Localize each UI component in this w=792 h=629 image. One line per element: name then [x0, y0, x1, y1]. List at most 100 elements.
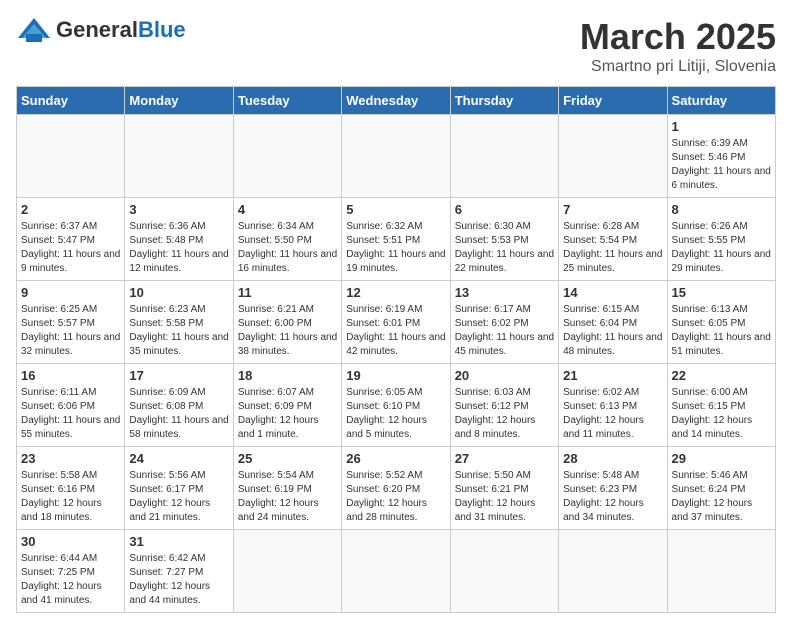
day-number: 8	[672, 202, 771, 217]
day-info: Sunrise: 6:15 AM Sunset: 6:04 PM Dayligh…	[563, 303, 662, 359]
week-row: 16 Sunrise: 6:11 AM Sunset: 6:06 PM Dayli…	[17, 364, 776, 447]
day-info: Sunrise: 6:44 AM Sunset: 7:25 PM Dayligh…	[21, 552, 120, 608]
day-cell	[233, 530, 341, 613]
header-cell-saturday: Saturday	[667, 87, 775, 115]
day-number: 1	[672, 119, 771, 134]
day-cell	[342, 115, 450, 198]
calendar-table: SundayMondayTuesdayWednesdayThursdayFrid…	[16, 86, 776, 613]
day-number: 30	[21, 534, 120, 549]
week-row: 23 Sunrise: 5:58 AM Sunset: 6:16 PM Dayli…	[17, 447, 776, 530]
day-number: 25	[238, 451, 337, 466]
day-cell: 16 Sunrise: 6:11 AM Sunset: 6:06 PM Dayli…	[17, 364, 125, 447]
day-cell: 24Sunrise: 5:56 AM Sunset: 6:17 PM Dayli…	[125, 447, 233, 530]
day-info: Sunrise: 5:58 AM Sunset: 6:16 PM Dayligh…	[21, 469, 120, 525]
logo: GeneralBlue	[16, 16, 186, 44]
day-cell: 30 Sunrise: 6:44 AM Sunset: 7:25 PM Dayli…	[17, 530, 125, 613]
day-cell: 17Sunrise: 6:09 AM Sunset: 6:08 PM Dayli…	[125, 364, 233, 447]
day-number: 27	[455, 451, 554, 466]
header-cell-monday: Monday	[125, 87, 233, 115]
day-number: 16	[21, 368, 120, 383]
day-info: Sunrise: 5:46 AM Sunset: 6:24 PM Dayligh…	[672, 469, 771, 525]
day-info: Sunrise: 5:48 AM Sunset: 6:23 PM Dayligh…	[563, 469, 662, 525]
day-cell	[450, 115, 558, 198]
day-info: Sunrise: 5:50 AM Sunset: 6:21 PM Dayligh…	[455, 469, 554, 525]
day-number: 14	[563, 285, 662, 300]
day-cell: 9 Sunrise: 6:25 AM Sunset: 5:57 PM Daylig…	[17, 281, 125, 364]
day-info: Sunrise: 6:00 AM Sunset: 6:15 PM Dayligh…	[672, 386, 771, 442]
day-number: 23	[21, 451, 120, 466]
day-info: Sunrise: 6:32 AM Sunset: 5:51 PM Dayligh…	[346, 220, 445, 276]
day-cell: 19Sunrise: 6:05 AM Sunset: 6:10 PM Dayli…	[342, 364, 450, 447]
day-cell: 18 Sunrise: 6:07 AM Sunset: 6:09 PM Dayli…	[233, 364, 341, 447]
day-cell: 27 Sunrise: 5:50 AM Sunset: 6:21 PM Dayli…	[450, 447, 558, 530]
day-number: 15	[672, 285, 771, 300]
day-info: Sunrise: 6:02 AM Sunset: 6:13 PM Dayligh…	[563, 386, 662, 442]
day-cell	[559, 115, 667, 198]
day-cell: 28 Sunrise: 5:48 AM Sunset: 6:23 PM Dayli…	[559, 447, 667, 530]
location-title: Smartno pri Litiji, Slovenia	[580, 58, 776, 76]
day-number: 7	[563, 202, 662, 217]
day-info: Sunrise: 6:07 AM Sunset: 6:09 PM Dayligh…	[238, 386, 337, 442]
day-number: 18	[238, 368, 337, 383]
day-cell: 15Sunrise: 6:13 AM Sunset: 6:05 PM Dayli…	[667, 281, 775, 364]
day-number: 9	[21, 285, 120, 300]
day-info: Sunrise: 6:17 AM Sunset: 6:02 PM Dayligh…	[455, 303, 554, 359]
day-cell: 26Sunrise: 5:52 AM Sunset: 6:20 PM Dayli…	[342, 447, 450, 530]
day-info: Sunrise: 6:37 AM Sunset: 5:47 PM Dayligh…	[21, 220, 120, 276]
day-info: Sunrise: 6:11 AM Sunset: 6:06 PM Dayligh…	[21, 386, 120, 442]
day-info: Sunrise: 6:42 AM Sunset: 7:27 PM Dayligh…	[129, 552, 228, 608]
day-number: 5	[346, 202, 445, 217]
day-number: 3	[129, 202, 228, 217]
day-cell: 3 Sunrise: 6:36 AM Sunset: 5:48 PM Daylig…	[125, 198, 233, 281]
day-cell: 22 Sunrise: 6:00 AM Sunset: 6:15 PM Dayli…	[667, 364, 775, 447]
header-cell-tuesday: Tuesday	[233, 87, 341, 115]
day-number: 29	[672, 451, 771, 466]
day-cell: 31Sunrise: 6:42 AM Sunset: 7:27 PM Dayli…	[125, 530, 233, 613]
day-info: Sunrise: 6:25 AM Sunset: 5:57 PM Dayligh…	[21, 303, 120, 359]
day-cell	[667, 530, 775, 613]
day-cell	[233, 115, 341, 198]
day-info: Sunrise: 6:03 AM Sunset: 6:12 PM Dayligh…	[455, 386, 554, 442]
week-row: 9 Sunrise: 6:25 AM Sunset: 5:57 PM Daylig…	[17, 281, 776, 364]
day-number: 4	[238, 202, 337, 217]
week-row: 30 Sunrise: 6:44 AM Sunset: 7:25 PM Dayli…	[17, 530, 776, 613]
day-info: Sunrise: 6:34 AM Sunset: 5:50 PM Dayligh…	[238, 220, 337, 276]
day-number: 2	[21, 202, 120, 217]
day-info: Sunrise: 6:26 AM Sunset: 5:55 PM Dayligh…	[672, 220, 771, 276]
day-number: 22	[672, 368, 771, 383]
day-cell: 2 Sunrise: 6:37 AM Sunset: 5:47 PM Daylig…	[17, 198, 125, 281]
month-title: March 2025	[580, 16, 776, 58]
day-info: Sunrise: 5:52 AM Sunset: 6:20 PM Dayligh…	[346, 469, 445, 525]
day-cell: 12 Sunrise: 6:19 AM Sunset: 6:01 PM Dayli…	[342, 281, 450, 364]
day-cell: 23 Sunrise: 5:58 AM Sunset: 6:16 PM Dayli…	[17, 447, 125, 530]
day-number: 13	[455, 285, 554, 300]
day-number: 11	[238, 285, 337, 300]
day-info: Sunrise: 6:36 AM Sunset: 5:48 PM Dayligh…	[129, 220, 228, 276]
day-number: 12	[346, 285, 445, 300]
day-number: 6	[455, 202, 554, 217]
day-info: Sunrise: 6:19 AM Sunset: 6:01 PM Dayligh…	[346, 303, 445, 359]
day-info: Sunrise: 6:28 AM Sunset: 5:54 PM Dayligh…	[563, 220, 662, 276]
day-info: Sunrise: 5:56 AM Sunset: 6:17 PM Dayligh…	[129, 469, 228, 525]
day-info: Sunrise: 6:05 AM Sunset: 6:10 PM Dayligh…	[346, 386, 445, 442]
day-cell: 13 Sunrise: 6:17 AM Sunset: 6:02 PM Dayli…	[450, 281, 558, 364]
day-cell: 5 Sunrise: 6:32 AM Sunset: 5:51 PM Daylig…	[342, 198, 450, 281]
header-cell-friday: Friday	[559, 87, 667, 115]
header-cell-sunday: Sunday	[17, 87, 125, 115]
header-row: SundayMondayTuesdayWednesdayThursdayFrid…	[17, 87, 776, 115]
day-cell	[125, 115, 233, 198]
day-cell: 20Sunrise: 6:03 AM Sunset: 6:12 PM Dayli…	[450, 364, 558, 447]
day-info: Sunrise: 5:54 AM Sunset: 6:19 PM Dayligh…	[238, 469, 337, 525]
day-info: Sunrise: 6:39 AM Sunset: 5:46 PM Dayligh…	[672, 137, 771, 193]
header-cell-wednesday: Wednesday	[342, 87, 450, 115]
day-cell: 14 Sunrise: 6:15 AM Sunset: 6:04 PM Dayli…	[559, 281, 667, 364]
day-number: 28	[563, 451, 662, 466]
logo-text: GeneralBlue	[56, 17, 186, 43]
day-cell	[342, 530, 450, 613]
day-cell: 6Sunrise: 6:30 AM Sunset: 5:53 PM Daylig…	[450, 198, 558, 281]
day-cell: 7 Sunrise: 6:28 AM Sunset: 5:54 PM Daylig…	[559, 198, 667, 281]
day-number: 10	[129, 285, 228, 300]
day-cell	[450, 530, 558, 613]
logo-icon	[16, 16, 52, 44]
header-cell-thursday: Thursday	[450, 87, 558, 115]
